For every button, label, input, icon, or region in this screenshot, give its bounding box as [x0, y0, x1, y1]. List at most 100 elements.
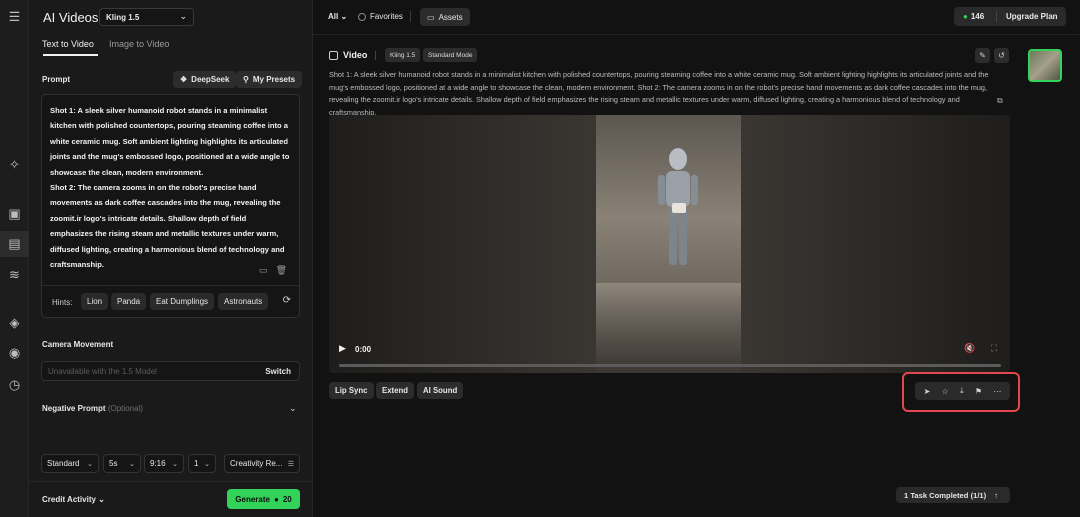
camera-movement-label: Camera Movement	[42, 340, 114, 349]
credit-drop-icon: ●	[273, 494, 279, 504]
extend-button[interactable]: Extend	[376, 382, 414, 399]
task-status-bar[interactable]: 1 Task Completed (1/1) ↑	[896, 487, 1010, 503]
task-status-text: 1 Task Completed	[904, 490, 969, 500]
hint-chip-panda[interactable]: Panda	[111, 293, 147, 310]
generate-cost: 20	[282, 494, 292, 504]
footer-divider	[29, 481, 313, 482]
audio-icon[interactable]: ≋	[0, 262, 29, 288]
progress-track[interactable]	[339, 364, 1001, 367]
deepseek-button[interactable]: ❖ DeepSeek	[173, 71, 237, 88]
play-icon[interactable]: ▶	[339, 343, 346, 354]
video-thumbnail[interactable]	[1028, 49, 1062, 82]
filter-all-label: All	[328, 12, 339, 21]
image-icon[interactable]: ▣	[0, 201, 29, 227]
ratio-select[interactable]: 9:16 ⌄	[144, 454, 184, 473]
chevron-down-icon: ⌄	[340, 12, 348, 21]
model-select[interactable]: Kling 1.5 ⌄	[99, 8, 194, 26]
creativity-select[interactable]: Creativity Re... ☰	[224, 454, 300, 473]
model-icon[interactable]: ◈	[0, 310, 29, 336]
time-readout: 0:00	[355, 345, 372, 354]
app-title: AI Videos	[43, 10, 99, 25]
generation-panel: AI Videos Kling 1.5 ⌄ Text to Video Imag…	[29, 0, 313, 517]
camera-movement-field[interactable]: Unavailable with the 1.5 Model Switch	[41, 361, 300, 381]
copy-icon[interactable]: ⧉	[997, 96, 1003, 106]
duration-select[interactable]: 5s ⌄	[103, 454, 141, 473]
refresh-icon[interactable]: ⟳	[283, 295, 291, 306]
model-tag: Kling 1.5	[385, 48, 421, 62]
prompt-divider	[42, 285, 299, 286]
robot-figure	[658, 148, 698, 265]
ratio-value: 9:16	[150, 459, 166, 468]
save-icon[interactable]: ▭	[259, 265, 268, 276]
ai-sound-button[interactable]: AI Sound	[417, 382, 464, 399]
deepseek-icon: ❖	[180, 75, 188, 84]
hint-chip-astronauts[interactable]: Astronauts	[218, 293, 269, 310]
video-player[interactable]: ▶ 0:00 🔇 ⛶	[329, 115, 1010, 373]
hint-chip-lion[interactable]: Lion	[81, 293, 109, 310]
chevron-down-icon: ⌄	[204, 460, 210, 468]
favorites-toggle[interactable]: Favorites	[358, 12, 403, 21]
camera-placeholder: Unavailable with the 1.5 Model	[48, 367, 157, 376]
creativity-value: Creativity Re...	[230, 459, 283, 468]
active-tab-indicator	[43, 54, 98, 56]
generate-label: Generate	[235, 494, 270, 504]
video-title-text: Video	[343, 50, 368, 60]
hints-label: Hints:	[52, 298, 73, 307]
credit-activity-button[interactable]: Credit Activity ⌄	[42, 495, 105, 504]
video-title: Video	[329, 50, 367, 60]
credit-activity-label: Credit Activity	[42, 495, 96, 504]
tab-image-to-video[interactable]: Image to Video	[109, 39, 169, 49]
mode-select[interactable]: Standard ⌄	[41, 454, 99, 473]
mute-icon[interactable]: 🔇	[964, 343, 975, 354]
upgrade-plan-button[interactable]: Upgrade Plan	[997, 12, 1058, 21]
chevron-down-icon: ⌄	[87, 460, 93, 468]
task-status: 1 Task Completed (1/1)	[904, 491, 986, 500]
lip-sync-button[interactable]: Lip Sync	[329, 382, 374, 399]
negative-prompt-label[interactable]: Negative Prompt (Optional)	[42, 404, 143, 413]
chevron-down-icon[interactable]: ⌄	[289, 403, 297, 414]
hint-chip-eat-dumplings[interactable]: Eat Dumplings	[150, 293, 215, 310]
radio-icon	[358, 12, 366, 21]
credit-drop-icon: ●	[963, 12, 968, 21]
credits-balance[interactable]: ● 146	[954, 12, 996, 21]
favorites-label: Favorites	[370, 12, 403, 21]
count-select[interactable]: 1 ⌄	[188, 454, 216, 473]
arrow-up-icon: ↑	[994, 490, 998, 500]
switch-button[interactable]: Switch	[265, 367, 291, 376]
send-icon[interactable]: ➤	[924, 387, 931, 396]
more-icon[interactable]: ⋯	[993, 387, 1001, 396]
negative-prompt-optional: (Optional)	[107, 404, 143, 413]
assets-button[interactable]: ▭ Assets	[420, 8, 470, 26]
trash-icon[interactable]: 🗑	[276, 265, 287, 276]
video-description: Shot 1: A sleek silver humanoid robot st…	[329, 70, 989, 117]
video-icon[interactable]: ▤	[0, 231, 29, 257]
video-tools: ➤ ☆ ⤓ ⚑ ⋯	[915, 382, 1010, 400]
flag-icon[interactable]: ⚑	[975, 387, 982, 396]
folder-icon: ▭	[427, 12, 435, 22]
filter-all-dropdown[interactable]: All ⌄	[328, 12, 347, 21]
menu-icon[interactable]: ☰	[0, 4, 29, 30]
tab-text-to-video[interactable]: Text to Video	[42, 39, 94, 49]
prompt-text[interactable]: Shot 1: A sleek silver humanoid robot st…	[50, 103, 290, 272]
negative-prompt-title: Negative Prompt	[42, 404, 106, 413]
my-presets-button[interactable]: ⚲ My Presets	[236, 71, 303, 88]
generate-button[interactable]: Generate ● 20	[227, 489, 300, 509]
fullscreen-icon[interactable]: ⛶	[991, 343, 997, 354]
count-value: 1	[194, 459, 199, 468]
my-presets-label: My Presets	[252, 75, 296, 84]
download-icon[interactable]: ⤓	[960, 386, 964, 396]
mode-value: Standard	[47, 459, 80, 468]
eye-icon[interactable]: ◉	[0, 340, 29, 366]
pin-icon: ⚲	[243, 75, 249, 84]
topbar-divider	[410, 11, 411, 22]
reuse-icon[interactable]: ↺	[994, 48, 1009, 63]
star-icon[interactable]: ☆	[942, 387, 949, 396]
video-frame	[596, 115, 741, 373]
edit-icon[interactable]: ✎	[975, 48, 990, 63]
deepseek-label: DeepSeek	[191, 75, 230, 84]
history-icon[interactable]: ◷	[0, 372, 29, 398]
explore-icon[interactable]: ✧	[0, 152, 29, 178]
prompt-input[interactable]: Shot 1: A sleek silver humanoid robot st…	[41, 94, 300, 318]
credits-value: 146	[970, 12, 985, 21]
prompt-tools: ▭ 🗑	[259, 265, 287, 276]
